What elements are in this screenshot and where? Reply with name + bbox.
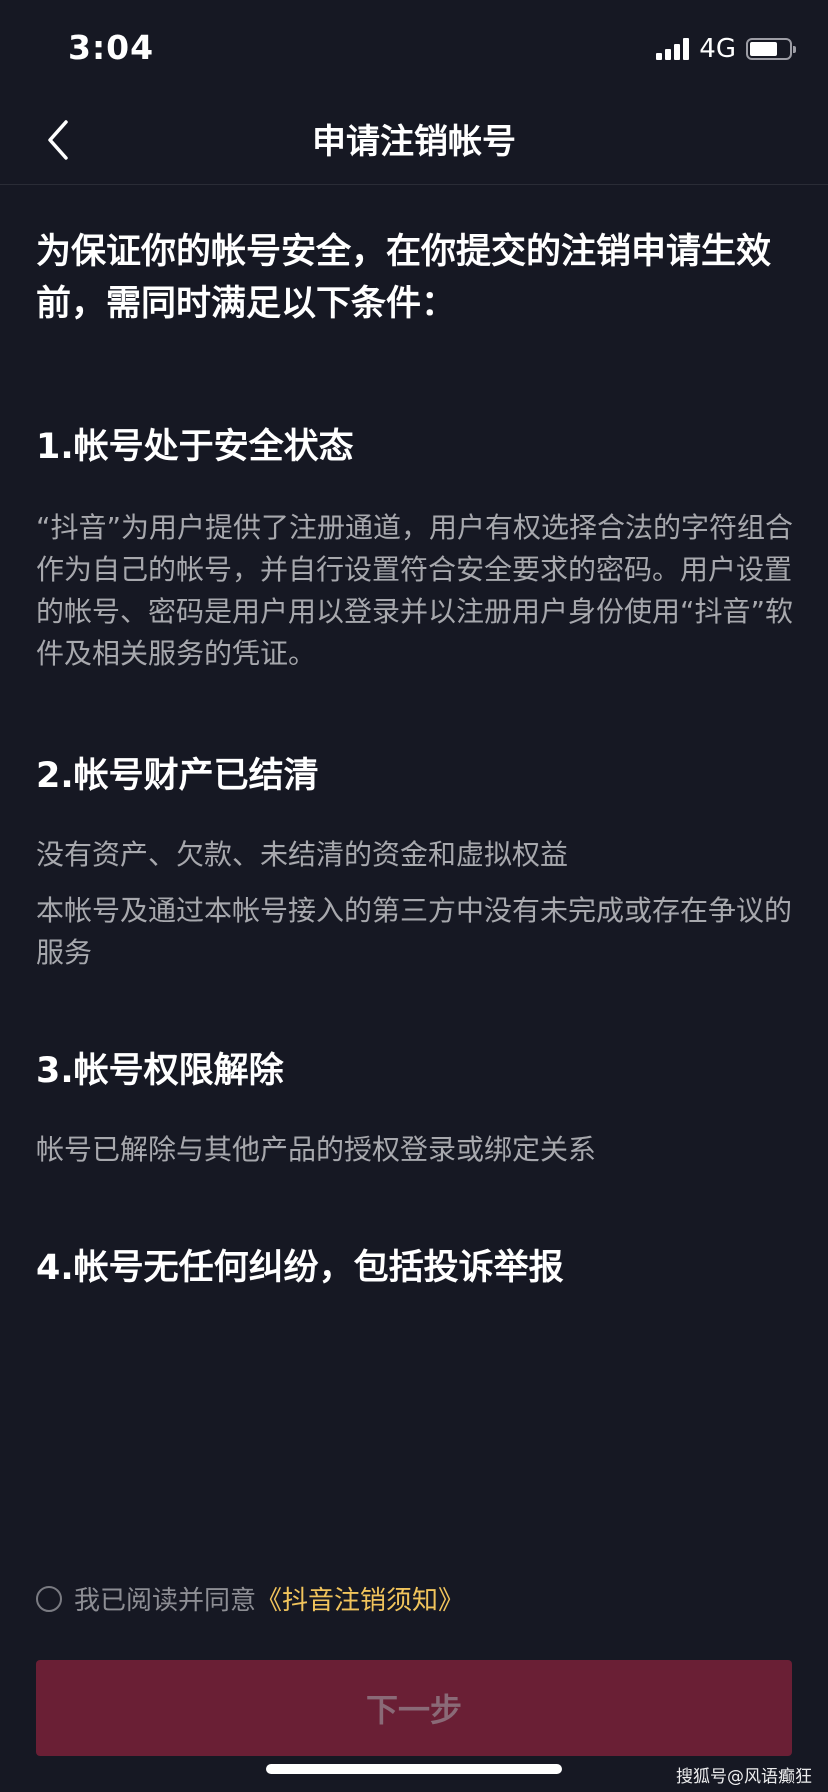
watermark: 搜狐号@风语癫狂 <box>676 1767 812 1787</box>
network-type: 4G <box>699 34 736 64</box>
agreement-row[interactable]: 我已阅读并同意 《抖音注销须知》 <box>36 1580 464 1617</box>
section-1-paragraph: “抖音”为用户提供了注册通道，用户有权选择合法的字符组合作为自己的帐号，并自行设… <box>36 511 794 670</box>
status-bar: 3:04 4G <box>0 0 828 96</box>
agreement-checkbox[interactable] <box>36 1585 62 1612</box>
section-title-2: 2.帐号财产已结清 <box>36 756 319 796</box>
navigation-bar: 申请注销帐号 <box>0 96 828 185</box>
signal-strength-icon <box>656 38 690 60</box>
section-title-1: 1.帐号处于安全状态 <box>36 427 354 467</box>
battery-level-fill <box>750 42 777 56</box>
status-time: 3:04 <box>68 28 155 67</box>
section-3-paragraph: 帐号已解除与其他产品的授权登录或绑定关系 <box>36 1133 597 1166</box>
section-title-4: 4.帐号无任何纠纷，包括投诉举报 <box>36 1248 564 1288</box>
agreement-text: 我已阅读并同意 <box>74 1586 257 1616</box>
next-step-button[interactable]: 下一步 <box>36 1660 792 1756</box>
section-title-3: 3.帐号权限解除 <box>36 1051 284 1091</box>
home-indicator <box>266 1764 562 1774</box>
status-indicators: 4G <box>656 34 796 64</box>
page-title: 申请注销帐号 <box>312 122 516 162</box>
battery-icon <box>746 38 796 60</box>
section-2-paragraph-1: 没有资产、欠款、未结清的资金和虚拟权益 <box>36 838 569 871</box>
agreement-link[interactable]: 《抖音注销须知》 <box>256 1580 464 1617</box>
intro-text: 为保证你的帐号安全，在你提交的注销申请生效前，需同时满足以下条件： <box>36 232 772 324</box>
section-2-paragraph-2: 本帐号及通过本帐号接入的第三方中没有未完成或存在争议的服务 <box>36 894 793 969</box>
conditions-content: 为保证你的帐号安全，在你提交的注销申请生效前，需同时满足以下条件： 1.帐号处于… <box>36 226 796 1290</box>
